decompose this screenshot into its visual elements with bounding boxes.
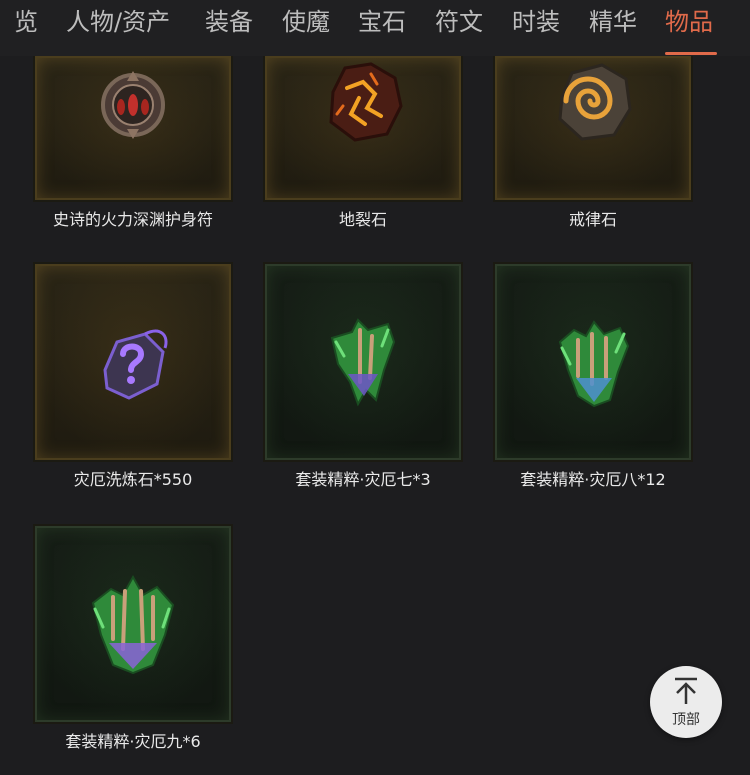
item-name: 史诗的火力深渊护身符 xyxy=(52,210,213,229)
item-card[interactable]: 地裂石 xyxy=(263,56,463,230)
item-frame-legendary xyxy=(493,56,693,202)
tab-familiars[interactable]: 使魔 xyxy=(282,4,330,40)
item-frame-set xyxy=(263,262,463,462)
item-card[interactable]: 套装精粹·灾厄七*3 xyxy=(263,262,463,490)
back-to-top-label: 顶部 xyxy=(672,712,700,728)
set-essence-icon xyxy=(91,574,175,675)
item-card[interactable]: 史诗的火力深渊护身符 xyxy=(33,56,233,230)
arrow-up-to-top-icon xyxy=(675,677,697,704)
item-name: 灾厄洗炼石*550 xyxy=(73,470,193,489)
item-name: 地裂石 xyxy=(338,210,387,229)
tab-items[interactable]: 物品 xyxy=(665,4,713,40)
active-tab-indicator xyxy=(665,52,717,55)
item-frame-set xyxy=(33,524,233,724)
item-name: 套装精粹·灾厄八*12 xyxy=(520,470,666,489)
category-tab-bar: 览 人物/资产 装备 使魔 宝石 符文 时装 精华 物品 xyxy=(0,0,750,56)
item-frame-legendary xyxy=(33,56,233,202)
set-essence-icon xyxy=(330,318,396,407)
item-card[interactable]: 灾厄洗炼石*550 xyxy=(33,262,233,490)
tab-runes[interactable]: 符文 xyxy=(435,4,483,40)
tab-essences[interactable]: 精华 xyxy=(589,4,637,40)
mystery-stone-icon xyxy=(103,329,168,400)
item-card[interactable]: 戒律石 xyxy=(493,56,693,230)
item-card[interactable]: 套装精粹·灾厄八*12 xyxy=(493,262,693,490)
spiral-stone-icon xyxy=(558,63,632,141)
items-page: 览 人物/资产 装备 使魔 宝石 符文 时装 精华 物品 史诗的火力深渊护身符 xyxy=(0,0,750,775)
tab-cosmetics[interactable]: 时装 xyxy=(512,4,560,40)
item-frame-legendary xyxy=(33,262,233,462)
item-name: 套装精粹·灾厄七*3 xyxy=(295,470,431,489)
tab-overview[interactable]: 览 xyxy=(14,4,38,40)
lava-rock-icon xyxy=(329,62,403,142)
item-frame-legendary xyxy=(263,56,463,202)
item-name: 戒律石 xyxy=(568,210,617,229)
back-to-top-button[interactable]: 顶部 xyxy=(650,666,722,738)
set-essence-icon xyxy=(558,320,630,408)
tab-gems[interactable]: 宝石 xyxy=(358,4,406,40)
amulet-icon xyxy=(101,70,165,139)
item-name: 套装精粹·灾厄九*6 xyxy=(65,732,201,751)
item-frame-set xyxy=(493,262,693,462)
tab-character-assets[interactable]: 人物/资产 xyxy=(66,4,170,40)
tab-equipment[interactable]: 装备 xyxy=(205,4,253,40)
item-card[interactable]: 套装精粹·灾厄九*6 xyxy=(33,524,233,752)
